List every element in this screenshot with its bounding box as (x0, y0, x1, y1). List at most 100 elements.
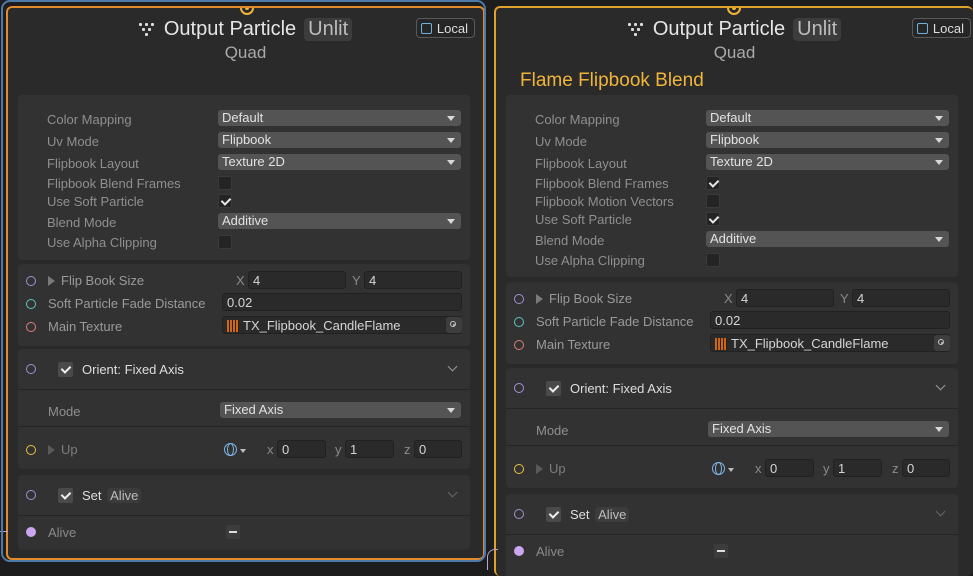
flipbook-size-y-field[interactable]: 4 (852, 289, 950, 307)
flipbook-size-x-field[interactable]: 4 (248, 271, 346, 289)
up-y-field[interactable]: 1 (833, 459, 882, 477)
input-port[interactable] (26, 527, 36, 537)
up-foldout[interactable]: Up (536, 461, 566, 476)
up-x-field[interactable]: 0 (277, 440, 326, 458)
globe-icon[interactable] (224, 443, 237, 456)
input-port[interactable] (514, 294, 524, 304)
blend-mode-dropdown[interactable]: Additive (218, 213, 461, 229)
orient-header[interactable]: Orient: Fixed Axis (506, 368, 958, 409)
flipbook-size-foldout[interactable]: Flip Book Size (536, 291, 632, 306)
flipbook-layout-dropdown[interactable]: Texture 2D (218, 154, 461, 170)
node-header: Output Particle Unlit Quad (496, 16, 973, 63)
prop-label: Color Mapping (47, 112, 132, 127)
object-picker-button[interactable] (934, 335, 950, 351)
orient-mode-dropdown[interactable]: Fixed Axis (708, 421, 949, 437)
input-port[interactable] (514, 340, 524, 350)
use-soft-particle-checkbox[interactable] (218, 194, 232, 208)
expand-icon (536, 294, 543, 304)
input-port[interactable] (514, 546, 524, 556)
alive-mixed-checkbox[interactable] (226, 525, 240, 539)
output-particle-node-2[interactable]: Output Particle Unlit Quad Local Flame F… (494, 6, 973, 576)
settings-panel: Color Mapping Default Uv Mode Flipbook F… (506, 95, 958, 277)
set-enable-checkbox[interactable] (546, 507, 561, 522)
axis-label: y (823, 461, 830, 476)
texture-name: TX_Flipbook_CandleFlame (731, 336, 889, 351)
flipbook-size-foldout[interactable]: Flip Book Size (48, 273, 144, 288)
flipbook-size-x-field[interactable]: 4 (736, 289, 834, 307)
cube-icon (916, 22, 928, 34)
set-enable-checkbox[interactable] (58, 488, 73, 503)
context-title[interactable]: Flame Flipbook Blend (520, 70, 704, 92)
caret-down-icon (728, 468, 734, 472)
input-port[interactable] (26, 445, 36, 455)
flow-input-port[interactable] (727, 8, 741, 15)
input-port[interactable] (514, 509, 524, 519)
orient-block: Orient: Fixed Axis Mode Fixed Axis Up x … (506, 368, 958, 488)
cube-icon (420, 22, 432, 34)
chevron-down-icon[interactable] (935, 380, 946, 391)
chevron-down-icon[interactable] (935, 506, 946, 517)
set-alive-header[interactable]: Set Alive (18, 475, 470, 516)
soft-fade-field[interactable]: 0.02 (222, 293, 462, 311)
output-particle-node-1[interactable]: Output Particle Unlit Quad Local Color M… (6, 6, 485, 560)
flipbook-blend-frames-checkbox[interactable] (706, 176, 720, 190)
axis-label: Y (840, 291, 849, 306)
chevron-down-icon[interactable] (447, 361, 458, 372)
prop-label: Color Mapping (535, 112, 620, 127)
flow-input-port[interactable] (240, 8, 254, 15)
flipbook-size-label: Flip Book Size (549, 291, 633, 306)
up-foldout[interactable]: Up (48, 442, 78, 457)
input-port[interactable] (26, 490, 36, 500)
up-z-field[interactable]: 0 (414, 440, 462, 458)
node-mode: Unlit (304, 17, 353, 41)
uv-mode-dropdown[interactable]: Flipbook (218, 132, 461, 148)
input-port[interactable] (26, 276, 36, 286)
use-soft-particle-checkbox[interactable] (706, 212, 720, 226)
set-alive-header[interactable]: Set Alive (506, 494, 958, 535)
color-mapping-dropdown[interactable]: Default (706, 110, 949, 126)
globe-icon[interactable] (712, 462, 725, 475)
flipbook-size-y-field[interactable]: 4 (364, 271, 462, 289)
input-port[interactable] (514, 317, 524, 327)
orient-enable-checkbox[interactable] (58, 362, 73, 377)
flipbook-motion-vectors-checkbox[interactable] (706, 194, 720, 208)
expand-icon (536, 464, 543, 474)
prop-label: Blend Mode (47, 215, 117, 230)
space-label: Local (436, 20, 468, 36)
orient-mode-dropdown[interactable]: Fixed Axis (220, 402, 461, 418)
space-toggle-button[interactable]: Local (911, 18, 971, 38)
alive-mixed-checkbox[interactable] (714, 544, 728, 558)
mode-label: Mode (536, 423, 569, 438)
input-port[interactable] (514, 464, 524, 474)
main-texture-field[interactable]: TX_Flipbook_CandleFlame (222, 316, 462, 334)
use-alpha-clipping-checkbox[interactable] (218, 235, 232, 249)
input-port[interactable] (514, 383, 524, 393)
connection-wire (0, 531, 8, 532)
up-z-field[interactable]: 0 (902, 459, 950, 477)
main-texture-field[interactable]: TX_Flipbook_CandleFlame (710, 334, 950, 352)
use-alpha-clipping-checkbox[interactable] (706, 253, 720, 267)
axis-label: X (724, 291, 733, 306)
color-mapping-dropdown[interactable]: Default (218, 110, 461, 126)
texture-name: TX_Flipbook_CandleFlame (243, 318, 401, 333)
soft-fade-field[interactable]: 0.02 (710, 311, 950, 329)
input-port[interactable] (26, 299, 36, 309)
flipbook-layout-dropdown[interactable]: Texture 2D (706, 154, 949, 170)
orient-enable-checkbox[interactable] (546, 381, 561, 396)
prop-label: Use Soft Particle (535, 212, 632, 227)
chevron-down-icon[interactable] (447, 487, 458, 498)
particle-output-icon (138, 22, 155, 36)
input-port[interactable] (26, 322, 36, 332)
alive-label: Alive (48, 525, 77, 540)
uv-mode-dropdown[interactable]: Flipbook (706, 132, 949, 148)
object-picker-button[interactable] (446, 317, 462, 333)
flipbook-blend-frames-checkbox[interactable] (218, 176, 232, 190)
space-toggle-button[interactable]: Local (415, 18, 475, 38)
orient-header[interactable]: Orient: Fixed Axis (18, 349, 470, 390)
blend-mode-dropdown[interactable]: Additive (706, 231, 949, 247)
up-y-field[interactable]: 1 (345, 440, 394, 458)
texture-icon (227, 320, 239, 332)
node-title: Output Particle (652, 17, 786, 40)
input-port[interactable] (26, 364, 36, 374)
up-x-field[interactable]: 0 (765, 459, 814, 477)
